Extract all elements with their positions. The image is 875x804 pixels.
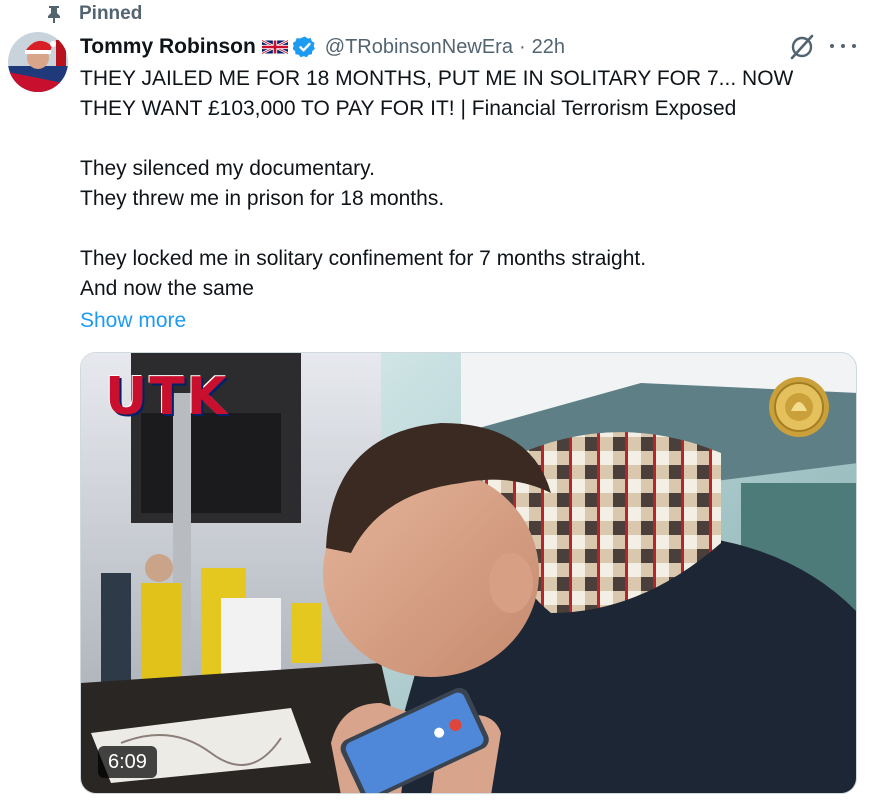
gold-seal-icon bbox=[769, 377, 829, 437]
verified-badge-icon[interactable] bbox=[292, 35, 317, 59]
uk-flag-icon bbox=[261, 39, 288, 55]
video-media[interactable]: UTK 6:09 bbox=[80, 352, 857, 794]
grok-icon[interactable] bbox=[788, 33, 816, 61]
video-duration-badge: 6:09 bbox=[98, 746, 157, 778]
avatar-image bbox=[8, 32, 68, 92]
tweet-text-line: And now the same bbox=[80, 277, 254, 300]
channel-logo: UTK bbox=[105, 367, 229, 427]
tweet-text: THEY JAILED ME FOR 18 MONTHS, PUT ME IN … bbox=[80, 64, 840, 304]
avatar[interactable] bbox=[8, 32, 68, 92]
more-options-icon[interactable] bbox=[830, 36, 856, 56]
tweet-text-line: THEY JAILED ME FOR 18 MONTHS, PUT ME IN … bbox=[80, 67, 794, 90]
tweet-text-line: They silenced my documentary. bbox=[80, 157, 375, 180]
tweet-header: Tommy Robinson @TRobinsonNewEra · 22h bbox=[80, 32, 565, 62]
tweet-timestamp[interactable]: 22h bbox=[532, 36, 565, 59]
tweet-text-line: THEY WANT £103,000 TO PAY FOR IT! | Fina… bbox=[80, 97, 737, 120]
pinned-indicator: Pinned bbox=[46, 2, 142, 26]
author-name[interactable]: Tommy Robinson bbox=[80, 35, 256, 59]
show-more-link[interactable]: Show more bbox=[80, 306, 186, 336]
author-handle[interactable]: @TRobinsonNewEra bbox=[325, 36, 513, 59]
pin-icon bbox=[48, 6, 60, 23]
pinned-label: Pinned bbox=[79, 3, 143, 24]
tweet-text-line: They threw me in prison for 18 months. bbox=[80, 187, 445, 210]
separator-dot: · bbox=[518, 35, 526, 58]
tweet-text-line: They locked me in solitary confinement f… bbox=[80, 247, 647, 270]
